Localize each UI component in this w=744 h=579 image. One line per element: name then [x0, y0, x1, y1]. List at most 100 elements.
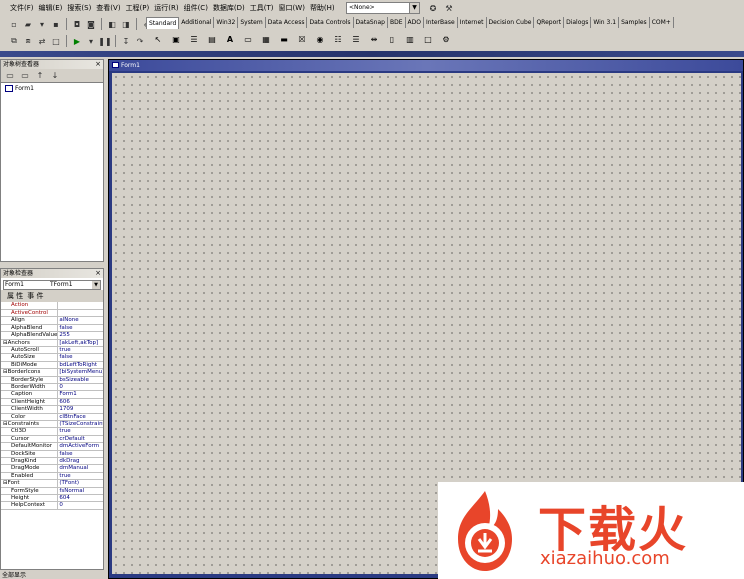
property-row[interactable]: Color clBtnFace	[1, 413, 103, 422]
property-value[interactable]: false	[57, 324, 103, 333]
chevron-down-icon[interactable]: ▼	[92, 281, 100, 289]
label-icon[interactable]: A	[224, 33, 236, 45]
palette-tab[interactable]: COM+	[650, 17, 674, 28]
palette-tab[interactable]: System	[238, 17, 266, 28]
tab-properties[interactable]: 属 性	[7, 291, 23, 301]
property-row[interactable]: ActiveControl	[1, 309, 103, 318]
property-value[interactable]: true	[57, 472, 103, 481]
chevron-down-icon[interactable]: ▾	[36, 18, 48, 30]
property-value[interactable]: fsNormal	[57, 487, 103, 496]
property-row[interactable]: HelpContext 0	[1, 501, 103, 510]
tree-item-form1[interactable]: Form1	[1, 85, 103, 92]
palette-tab[interactable]: InterBase	[424, 17, 458, 28]
menu-item[interactable]: 搜索(S)	[67, 3, 91, 13]
property-value[interactable]	[57, 309, 103, 318]
palette-tab[interactable]: Win 3.1	[591, 17, 620, 28]
property-row[interactable]: FormStyle fsNormal	[1, 487, 103, 496]
property-row[interactable]: Enabled true	[1, 472, 103, 481]
property-row[interactable]: ClientWidth 1709	[1, 405, 103, 414]
step-over-icon[interactable]: ↷	[134, 35, 146, 47]
chevron-down-icon[interactable]: ▾	[85, 35, 97, 47]
move-up-icon[interactable]: ↑	[34, 70, 46, 82]
save-desktop-icon[interactable]: ✪	[427, 2, 439, 14]
palette-tab[interactable]: Standard	[146, 16, 180, 29]
add-file-icon[interactable]: ◧	[106, 18, 118, 30]
property-row[interactable]: DefaultMonitor dmActiveForm	[1, 442, 103, 451]
property-value[interactable]: dmManual	[57, 464, 103, 473]
property-value[interactable]: [akLeft,akTop]	[57, 339, 103, 347]
menu-item[interactable]: 运行(R)	[154, 3, 178, 13]
menu-item[interactable]: 工具(T)	[250, 3, 274, 13]
property-row[interactable]: AutoScroll true	[1, 346, 103, 355]
property-value[interactable]: 606	[57, 398, 103, 407]
menu-item[interactable]: 编辑(E)	[39, 3, 63, 13]
property-value[interactable]: false	[57, 450, 103, 459]
palette-tab[interactable]: Additional	[179, 17, 215, 28]
property-value[interactable]: true	[57, 346, 103, 355]
set-debug-desktop-icon[interactable]: ⚒	[443, 2, 455, 14]
property-value[interactable]: 604	[57, 494, 103, 503]
palette-tab[interactable]: Data Access	[266, 17, 308, 28]
property-row[interactable]: DragMode dmManual	[1, 464, 103, 473]
palette-tab[interactable]: Data Controls	[307, 17, 354, 28]
menu-item[interactable]: 帮助(H)	[310, 3, 335, 13]
property-value[interactable]: 1709	[57, 405, 103, 414]
property-row[interactable]: ClientHeight 606	[1, 398, 103, 407]
palette-tab[interactable]: Win32	[214, 17, 239, 28]
palette-tab[interactable]: Internet	[458, 17, 487, 28]
pause-icon[interactable]: ❚❚	[98, 35, 111, 47]
open-project-icon[interactable]: ◙	[85, 18, 97, 30]
property-row[interactable]: BorderWidth 0	[1, 383, 103, 392]
palette-tab[interactable]: Decision Cube	[487, 17, 535, 28]
edit-icon[interactable]: ▭	[242, 33, 254, 45]
groupbox-icon[interactable]: ▯	[386, 33, 398, 45]
property-row[interactable]: Align alNone	[1, 316, 103, 325]
property-value[interactable]	[57, 302, 103, 310]
move-down-icon[interactable]: ↓	[49, 70, 61, 82]
property-row[interactable]: DragKind dkDrag	[1, 457, 103, 466]
main-menu-icon[interactable]: ☰	[188, 33, 200, 45]
property-row[interactable]: Caption Form1	[1, 390, 103, 399]
pointer-icon[interactable]: ↖	[152, 33, 164, 45]
property-value[interactable]: clBtnFace	[57, 413, 103, 422]
property-value[interactable]: Form1	[57, 390, 103, 399]
property-row[interactable]: ⊟Anchors [akLeft,akTop]	[1, 339, 103, 347]
scrollbar-icon[interactable]: ⇹	[368, 33, 380, 45]
palette-tab[interactable]: QReport	[534, 17, 565, 28]
property-row[interactable]: DockSite false	[1, 450, 103, 459]
property-row[interactable]: Height 604	[1, 494, 103, 503]
property-row[interactable]: BorderStyle bsSizeable	[1, 376, 103, 384]
property-value[interactable]: true	[57, 427, 103, 436]
new-icon[interactable]: ▫	[8, 18, 20, 30]
menu-item[interactable]: 查看(V)	[96, 3, 120, 13]
action-list-icon[interactable]: ⚙	[440, 33, 452, 45]
property-value[interactable]: false	[57, 353, 103, 362]
menu-item[interactable]: 工程(P)	[126, 3, 150, 13]
property-row[interactable]: Action	[1, 302, 103, 310]
desktop-combo[interactable]: <None> ▼	[346, 2, 420, 14]
frame-icon[interactable]: ▣	[170, 33, 182, 45]
menu-item[interactable]: 组件(C)	[184, 3, 208, 13]
property-value[interactable]: dkDrag	[57, 457, 103, 466]
property-value[interactable]: (TFont)	[57, 479, 103, 488]
open-icon[interactable]: ▰	[22, 18, 34, 30]
property-value[interactable]: (TSizeConstraints)	[57, 420, 103, 429]
property-row[interactable]: ⊟Constraints(TSizeConstraints)	[1, 420, 103, 429]
remove-file-icon[interactable]: ◨	[120, 18, 132, 30]
listbox-icon[interactable]: ☷	[332, 33, 344, 45]
view-unit-icon[interactable]: ⧉	[8, 35, 20, 47]
close-icon[interactable]: ×	[95, 269, 101, 278]
save-all-icon[interactable]: ◘	[71, 18, 83, 30]
save-icon[interactable]: ▪	[50, 18, 62, 30]
property-row[interactable]: AlphaBlendValue 255	[1, 331, 103, 340]
delete-item-icon[interactable]: ▭	[19, 70, 31, 82]
property-row[interactable]: AlphaBlend false	[1, 324, 103, 333]
new-item-icon[interactable]: ▭	[4, 70, 16, 82]
button-icon[interactable]: ▬	[278, 33, 290, 45]
palette-tab[interactable]: Dialogs	[564, 17, 592, 28]
combobox-icon[interactable]: ☰	[350, 33, 362, 45]
property-value[interactable]: bsSizeable	[57, 376, 103, 384]
toggle-form-unit-icon[interactable]: ⇄	[36, 35, 48, 47]
property-value[interactable]: 255	[57, 331, 103, 340]
new-form-icon[interactable]: □	[50, 35, 62, 47]
